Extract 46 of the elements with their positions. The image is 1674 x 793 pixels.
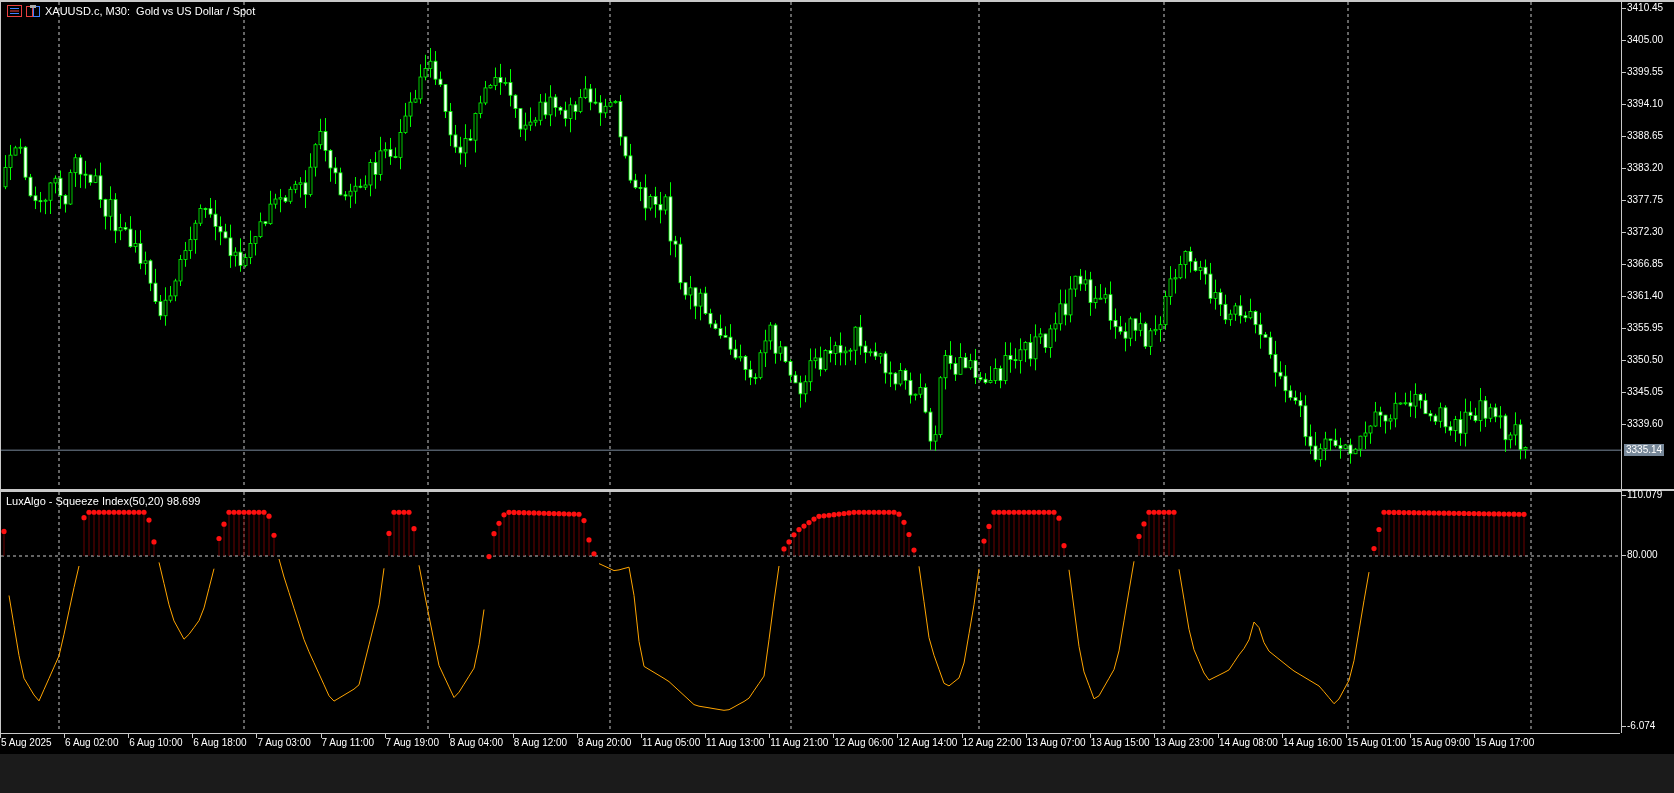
time-label: 15 Aug 17:00 xyxy=(1475,737,1535,748)
time-label: 15 Aug 09:00 xyxy=(1411,737,1471,748)
time-label: 13 Aug 15:00 xyxy=(1090,737,1150,748)
indicator-title: LuxAlgo - Squeeze Index(50,20) 98.699 xyxy=(6,495,201,507)
time-label: 7 Aug 03:00 xyxy=(257,737,311,748)
price-label: 3399.55 xyxy=(1627,66,1664,78)
save-icon[interactable] xyxy=(26,5,41,17)
time-label: 11 Aug 13:00 xyxy=(706,737,765,748)
chart-title: XAUUSD.c, M30: Gold vs US Dollar / Spot xyxy=(45,5,256,17)
time-label: 11 Aug 21:00 xyxy=(770,737,829,748)
price-label: 3361.40 xyxy=(1627,290,1664,302)
time-label: 12 Aug 22:00 xyxy=(962,737,1022,748)
indicator-axis-label: 110.079 xyxy=(1627,489,1663,501)
price-label: 3339.60 xyxy=(1627,418,1664,430)
time-label: 8 Aug 04:00 xyxy=(449,737,504,748)
time-label: 7 Aug 19:00 xyxy=(385,737,439,748)
time-label: 15 Aug 01:00 xyxy=(1347,737,1407,748)
indicator-axis-label: -6.074 xyxy=(1627,720,1656,732)
time-label: 13 Aug 07:00 xyxy=(1026,737,1086,748)
time-label: 12 Aug 06:00 xyxy=(834,737,894,748)
price-label: 3355.95 xyxy=(1627,322,1664,334)
price-label: 3366.85 xyxy=(1627,258,1664,270)
list-icon[interactable] xyxy=(7,5,22,17)
time-label: 8 Aug 20:00 xyxy=(577,737,632,748)
price-label: 3410.45 xyxy=(1627,2,1664,14)
time-label: 14 Aug 08:00 xyxy=(1218,737,1278,748)
time-label: 6 Aug 10:00 xyxy=(129,737,183,748)
price-label: 3345.05 xyxy=(1627,386,1664,398)
indicator-axis-label: 80.000 xyxy=(1627,549,1658,561)
time-label: 7 Aug 11:00 xyxy=(321,737,375,748)
price-label: 3350.50 xyxy=(1627,354,1664,366)
time-label: 14 Aug 16:00 xyxy=(1283,737,1342,748)
current-price-tag: 3335.14 xyxy=(1624,444,1665,457)
time-label: 13 Aug 23:00 xyxy=(1154,737,1214,748)
time-label: 5 Aug 2025 xyxy=(1,737,52,748)
price-label: 3372.30 xyxy=(1627,226,1664,238)
time-label: 8 Aug 12:00 xyxy=(513,737,568,748)
price-label: 3388.65 xyxy=(1627,130,1664,142)
price-label: 3405.00 xyxy=(1627,34,1664,46)
time-label: 6 Aug 02:00 xyxy=(65,737,119,748)
time-label: 12 Aug 14:00 xyxy=(898,737,958,748)
time-label: 6 Aug 18:00 xyxy=(193,737,247,748)
price-label: 3394.10 xyxy=(1627,98,1664,110)
price-label: 3377.75 xyxy=(1627,194,1664,206)
price-label: 3383.20 xyxy=(1627,162,1664,174)
time-label: 11 Aug 05:00 xyxy=(642,737,701,748)
